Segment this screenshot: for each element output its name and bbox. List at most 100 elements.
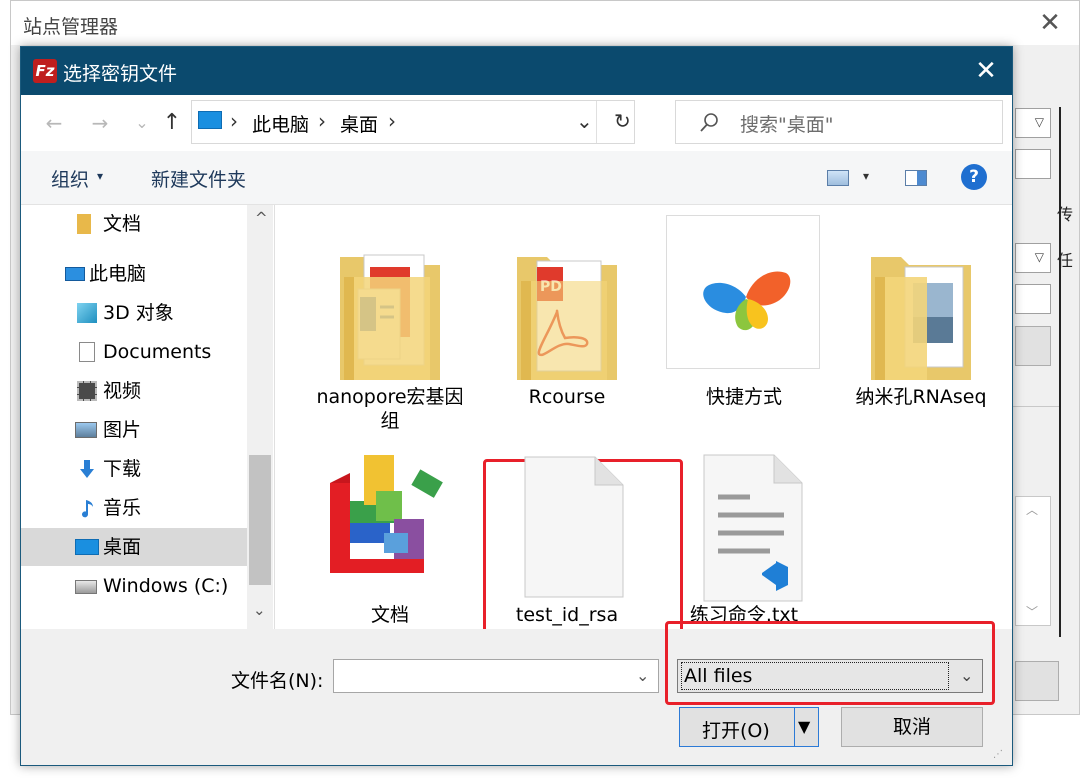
download-icon	[80, 460, 94, 478]
file-item[interactable]: PDF Rcourse	[487, 217, 647, 417]
chevron-down-icon[interactable]: ⌄	[576, 109, 593, 133]
scroll-down-icon[interactable]: ⌄	[253, 601, 266, 619]
document-icon	[79, 342, 95, 362]
scroll-up-icon[interactable]: ^	[255, 209, 268, 227]
sidebar-item-videos[interactable]: 视频	[21, 372, 247, 410]
dialog-footer: 文件名(N): ⌄ All files ⌄ 打开(O) ▼ 取消 ⋰	[21, 621, 1012, 765]
bg-field-2[interactable]	[1015, 284, 1051, 314]
new-folder-button[interactable]: 新建文件夹	[151, 165, 246, 192]
computer-icon	[65, 267, 85, 281]
sidebar-item-3d-objects[interactable]: 3D 对象	[21, 294, 247, 332]
scrollbar-thumb[interactable]	[249, 455, 271, 585]
organize-button[interactable]: 组织	[51, 165, 89, 192]
file-name: Rcourse	[528, 386, 606, 408]
sidebar-item-music[interactable]: 音乐	[21, 489, 247, 527]
breadcrumb-item-this-pc[interactable]: 此电脑	[252, 110, 309, 137]
search-input[interactable]: 搜索"桌面"	[675, 100, 1003, 144]
sidebar-item-label: 3D 对象	[103, 302, 174, 324]
open-button-label: 打开(O)	[702, 720, 770, 742]
recent-locations-chevron-icon[interactable]: ⌄	[129, 109, 155, 137]
file-list: nanopore宏基因组 PDF Rcourse	[275, 205, 1012, 667]
select-key-file-dialog: Fz 选择密钥文件 ✕ ← → ⌄ ↑ › 此电脑 › 桌面 › ⌄ ↻ 搜索"…	[20, 46, 1013, 766]
up-arrow-icon[interactable]: ↑	[159, 109, 185, 137]
music-icon	[82, 500, 93, 518]
view-dropdown-icon[interactable]: ▾	[863, 169, 869, 183]
sidebar-scrollbar[interactable]: ^ ⌄	[247, 205, 273, 629]
cancel-button[interactable]: 取消	[841, 707, 983, 747]
file-item[interactable]: test_id_rsa	[487, 435, 647, 635]
site-manager-close-icon[interactable]: ✕	[1033, 7, 1067, 39]
video-icon	[77, 381, 97, 401]
file-item[interactable]: 文档	[310, 435, 470, 635]
navigation-bar: ← → ⌄ ↑ › 此电脑 › 桌面 › ⌄ ↻ 搜索"桌面"	[21, 95, 1012, 151]
filename-label: 文件名(N):	[231, 670, 324, 692]
bg-dropdown-2[interactable]: ▽	[1015, 243, 1051, 273]
bg-panel-edge	[1051, 107, 1061, 637]
bg-list-box[interactable]: ︿ ﹀	[1015, 496, 1051, 626]
chevron-down-icon[interactable]: ⌄	[960, 666, 973, 685]
file-name: 快捷方式	[705, 386, 782, 408]
text-file-vscode-icon	[703, 454, 803, 602]
sidebar-item-pictures[interactable]: 图片	[21, 411, 247, 449]
preview-pane-icon[interactable]	[905, 170, 927, 186]
sidebar-item-label: Windows (C:)	[103, 575, 229, 597]
3d-objects-icon	[77, 303, 97, 323]
sidebar-item-downloads[interactable]: 下载	[21, 450, 247, 488]
breadcrumb-item-desktop[interactable]: 桌面	[340, 110, 378, 137]
sidebar-item-label: 文档	[103, 213, 142, 235]
back-arrow-icon[interactable]: ←	[41, 109, 67, 137]
close-icon[interactable]: ✕	[969, 55, 1003, 87]
change-view-icon[interactable]	[827, 170, 849, 186]
file-name: nanopore宏基因组	[316, 386, 464, 432]
bg-button[interactable]	[1015, 326, 1051, 366]
shortcut-butterfly-icon	[703, 271, 791, 331]
sidebar-item-documents[interactable]: Documents	[21, 333, 247, 371]
blocks-app-icon	[330, 455, 443, 573]
dialog-titlebar: Fz 选择密钥文件 ✕	[21, 47, 1012, 95]
sidebar-item-this-pc[interactable]: 此电脑	[21, 255, 247, 293]
divider	[794, 708, 795, 746]
sidebar-item-documents-folder[interactable]: 文档	[21, 205, 247, 243]
resize-grip-icon[interactable]: ⋰	[993, 749, 1003, 760]
sidebar-item-label: 音乐	[103, 497, 142, 519]
bg-field-1[interactable]	[1015, 149, 1051, 179]
dialog-title: 选择密钥文件	[63, 63, 178, 85]
forward-arrow-icon[interactable]: →	[87, 109, 113, 137]
folder-with-images-icon	[871, 257, 971, 380]
sidebar-item-label: 此电脑	[89, 263, 147, 285]
computer-icon	[198, 111, 222, 129]
file-item[interactable]: 练习命令.txt	[664, 435, 824, 635]
desktop-icon	[75, 539, 99, 555]
open-dropdown-icon[interactable]: ▼	[798, 717, 810, 736]
chevron-down-icon: ▽	[1034, 250, 1044, 264]
breadcrumb-separator: ›	[318, 109, 326, 133]
drive-icon	[75, 580, 97, 594]
help-icon[interactable]: ?	[961, 164, 987, 190]
sidebar-item-windows-c[interactable]: Windows (C:)	[21, 567, 247, 605]
breadcrumb-separator: ›	[230, 109, 238, 133]
pictures-icon	[75, 422, 97, 438]
site-manager-titlebar: 站点管理器 ✕	[11, 1, 1079, 45]
file-item[interactable]: 快捷方式	[664, 215, 824, 417]
chevron-down-icon[interactable]: ⌄	[636, 666, 649, 685]
scroll-down-icon[interactable]: ﹀	[1026, 603, 1038, 620]
organize-dropdown-icon[interactable]: ▾	[97, 169, 103, 183]
file-item[interactable]: 纳米孔RNAseq	[841, 217, 1001, 417]
open-button[interactable]: 打开(O) ▼	[679, 707, 819, 747]
bg-dropdown-1[interactable]: ▽	[1015, 108, 1051, 138]
chevron-down-icon: ▽	[1034, 115, 1044, 129]
sidebar-item-label: 视频	[103, 380, 142, 402]
command-toolbar: 组织 ▾ 新建文件夹 ▾ ?	[21, 151, 1012, 205]
address-bar[interactable]: › 此电脑 › 桌面 › ⌄ ↻	[191, 100, 635, 144]
sidebar-item-label: 桌面	[103, 536, 142, 558]
scroll-up-icon[interactable]: ︿	[1026, 501, 1038, 518]
file-item[interactable]: nanopore宏基因组	[310, 217, 470, 432]
filezilla-logo-icon: Fz	[33, 59, 57, 83]
sidebar-item-label: Documents	[103, 341, 212, 363]
file-type-select[interactable]: All files ⌄	[677, 659, 983, 693]
sidebar-item-desktop[interactable]: 桌面	[21, 528, 247, 566]
file-type-value: All files	[681, 662, 949, 690]
refresh-icon[interactable]: ↻	[614, 109, 631, 133]
bg-button-bottom[interactable]	[1015, 661, 1059, 701]
filename-input[interactable]: ⌄	[333, 659, 659, 693]
